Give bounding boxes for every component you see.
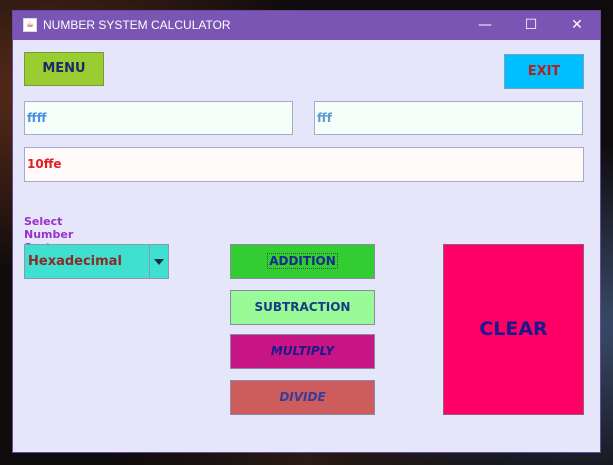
result-field[interactable]: 10ffe	[24, 147, 584, 182]
exit-button[interactable]: EXIT	[504, 54, 584, 89]
second-number-input[interactable]: fff	[314, 101, 583, 135]
subtraction-button[interactable]: SUBTRACTION	[230, 290, 375, 325]
java-app-icon: ☕	[23, 18, 37, 32]
number-system-dropdown[interactable]: Hexadecimal	[24, 244, 169, 279]
multiply-button[interactable]: MULTIPLY	[230, 334, 375, 369]
window-title: NUMBER SYSTEM CALCULATOR	[43, 18, 231, 32]
close-button[interactable]: ✕	[554, 11, 600, 40]
clear-button[interactable]: CLEAR	[443, 244, 584, 415]
divide-button[interactable]: DIVIDE	[230, 380, 375, 415]
title-bar[interactable]: ☕ NUMBER SYSTEM CALCULATOR — ☐ ✕	[13, 11, 600, 40]
minimize-button[interactable]: —	[462, 11, 508, 40]
number-system-selected: Hexadecimal	[28, 254, 122, 269]
first-number-input[interactable]: ffff	[24, 101, 293, 135]
chevron-down-icon[interactable]	[149, 245, 168, 278]
addition-button[interactable]: ADDITION	[230, 244, 375, 279]
maximize-button[interactable]: ☐	[508, 11, 554, 40]
calculator-window: ☕ NUMBER SYSTEM CALCULATOR — ☐ ✕ MENU EX…	[13, 11, 600, 452]
addition-label: ADDITION	[267, 253, 338, 269]
menu-button[interactable]: MENU	[24, 52, 104, 86]
